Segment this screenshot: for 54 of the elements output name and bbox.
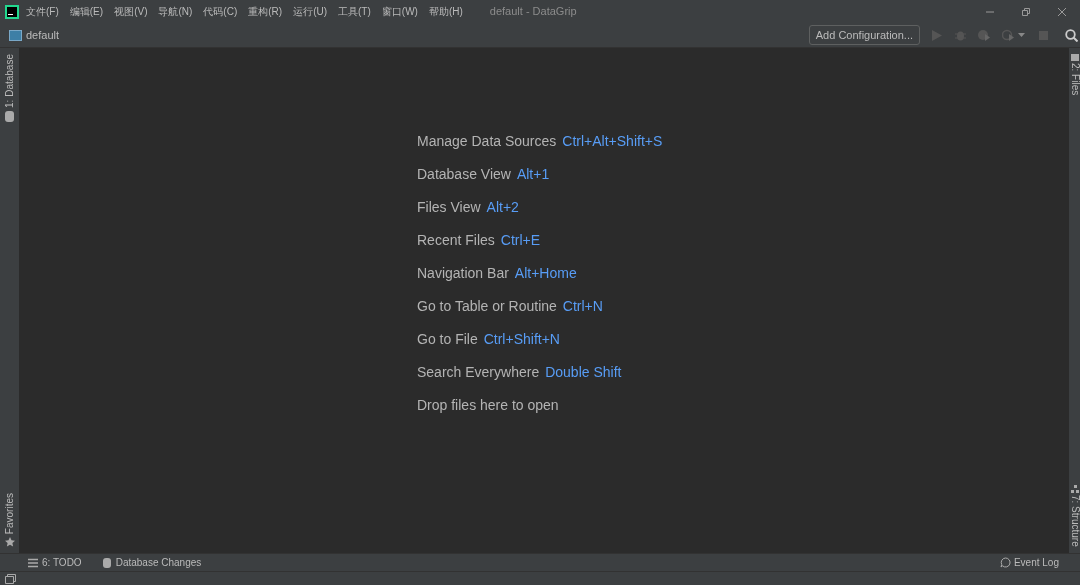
todo-tool-tab[interactable]: 6: TODO	[28, 555, 82, 570]
hint-text: Navigation Bar	[417, 264, 509, 282]
search-icon[interactable]	[1065, 28, 1078, 42]
menu-item[interactable]: 编辑(E)	[69, 4, 104, 19]
window-title: default - DataGrip	[489, 4, 577, 20]
speech-bubble-icon	[999, 557, 1011, 568]
hint-text: Recent Files	[417, 231, 495, 249]
shortcut-text: Ctrl+Alt+Shift+S	[562, 132, 663, 150]
hint-text: Go to Table or Routine	[417, 297, 557, 315]
menu-item[interactable]: 代码(C)	[203, 4, 238, 19]
hint-text: Files View	[417, 198, 481, 216]
shortcut-text: Alt+1	[516, 165, 550, 183]
structure-icon	[1070, 485, 1079, 494]
hint-text: Search Everywhere	[417, 363, 540, 381]
structure-tool-tab[interactable]: 7: Structure	[1069, 485, 1080, 547]
menu-item[interactable]: 视图(V)	[114, 4, 148, 19]
app-logo-icon	[5, 4, 19, 19]
menu-item[interactable]: 工具(T)	[338, 4, 371, 19]
menu-item[interactable]: 窗口(W)	[381, 4, 418, 19]
shortcut-text: Double Shift	[545, 363, 622, 381]
hint-text: Drop files here to open	[417, 396, 559, 414]
coverage-icon[interactable]	[978, 29, 990, 41]
project-breadcrumb[interactable]: default	[26, 26, 60, 44]
database-tool-tab[interactable]: 1: Database	[2, 54, 17, 122]
shortcut-text: Alt+Home	[514, 264, 577, 282]
event-log-tool-tab[interactable]: Event Log	[999, 555, 1059, 570]
stop-icon[interactable]	[1039, 30, 1048, 40]
database-icon	[101, 557, 112, 568]
list-icon	[28, 557, 38, 568]
menu-item[interactable]: 运行(U)	[293, 4, 328, 19]
restore-icon[interactable]	[1022, 7, 1030, 16]
menu-item[interactable]: 重构(R)	[248, 4, 283, 19]
hint-text: Manage Data Sources	[417, 132, 557, 150]
shortcut-text: Ctrl+E	[500, 231, 541, 249]
favorites-tool-tab[interactable]: Favorites	[2, 492, 17, 547]
profile-icon[interactable]	[1002, 29, 1014, 41]
bug-icon[interactable]	[955, 29, 966, 41]
database-changes-tool-tab[interactable]: Database Changes	[101, 555, 202, 570]
database-icon	[5, 110, 14, 122]
close-icon[interactable]	[1058, 7, 1066, 16]
menu-item[interactable]: 帮助(H)	[428, 4, 463, 19]
menu-item[interactable]: 文件(F)	[26, 4, 59, 19]
menu-item[interactable]: 导航(N)	[158, 4, 193, 19]
shortcut-text: Ctrl+N	[562, 297, 603, 315]
tool-windows-icon[interactable]	[5, 573, 16, 584]
hint-text: Database View	[417, 165, 511, 183]
shortcut-text: Alt+2	[486, 198, 519, 216]
shortcut-text: Ctrl+Shift+N	[483, 330, 560, 348]
hint-text: Go to File	[417, 330, 478, 348]
run-icon[interactable]	[932, 29, 942, 41]
add-configuration-button[interactable]: Add Configuration...	[808, 25, 920, 45]
star-icon	[4, 537, 15, 547]
files-tool-tab[interactable]: 2: Files	[1069, 54, 1080, 96]
caret-icon[interactable]	[1018, 33, 1025, 37]
